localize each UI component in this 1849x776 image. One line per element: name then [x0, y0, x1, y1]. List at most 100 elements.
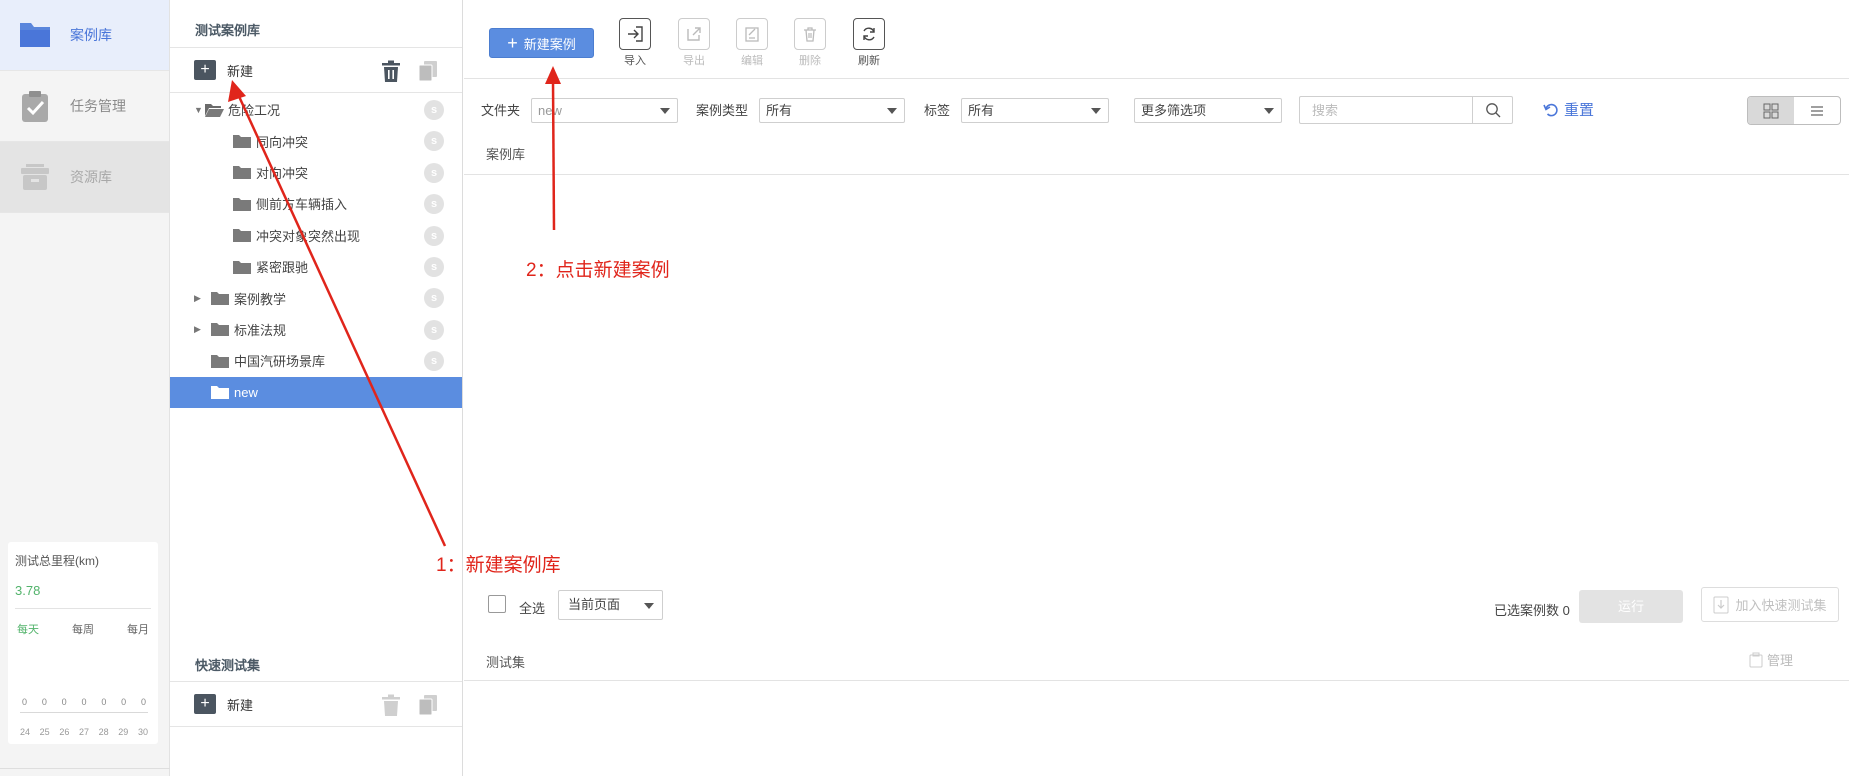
page-scope-select[interactable]: 当前页面: [558, 590, 663, 620]
page-scope-value: 当前页面: [568, 597, 621, 612]
tree-node-hazard[interactable]: ▼ 危险工况 s: [170, 94, 462, 125]
new-library-button[interactable]: + 新建: [194, 60, 253, 80]
clipboard-icon: [1749, 652, 1763, 667]
list-view-button[interactable]: [1794, 97, 1840, 124]
tree-node-same-direction[interactable]: 同向冲突 s: [170, 125, 462, 156]
stats-tab-weekly[interactable]: 每周: [72, 621, 94, 637]
library-tree: ▼ 危险工况 s 同向冲突 s 对向冲突 s 侧前方车辆插入 s 冲突对象突然出…: [170, 94, 462, 408]
grid-view-button[interactable]: [1748, 97, 1794, 124]
quickset-title: 快速测试集: [195, 658, 261, 673]
add-to-quickset-button[interactable]: 加入快速测试集: [1701, 587, 1839, 622]
sync-badge-icon: s: [424, 351, 444, 372]
export-button[interactable]: 导出: [674, 18, 714, 68]
testset-section-label: 测试集: [486, 655, 526, 670]
list-icon: [1811, 105, 1823, 116]
reset-icon: [1543, 103, 1558, 116]
folder-icon: [211, 354, 229, 368]
folder-filter-select[interactable]: new: [531, 98, 678, 123]
select-all-checkbox[interactable]: [488, 595, 506, 613]
tool-label: 刷新: [858, 55, 880, 67]
copy-icon[interactable]: [418, 694, 438, 716]
stats-day-label: 25: [39, 727, 50, 737]
sync-badge-icon: s: [424, 194, 444, 215]
tree-node-label: 危险工况: [228, 103, 281, 119]
download-doc-icon: [1713, 596, 1729, 613]
nav-item-resource-library[interactable]: 资源库: [0, 142, 169, 213]
new-quickset-button[interactable]: + 新建: [194, 694, 253, 714]
type-filter-value: 所有: [766, 103, 793, 118]
refresh-button[interactable]: 刷新: [849, 18, 889, 68]
caret-right-icon[interactable]: ▶: [194, 324, 204, 335]
tree-node-opposite-direction[interactable]: 对向冲突 s: [170, 157, 462, 188]
stats-day-label: 29: [118, 727, 129, 737]
stats-tab-monthly[interactable]: 每月: [127, 621, 149, 637]
folder-icon: [211, 323, 229, 337]
annotation-step1: 1：新建案例库: [436, 555, 561, 576]
main-area: + 新建案例 导入 导出 编辑 删除 刷新 文件夹 new 案例类型 所有 标签…: [464, 0, 1849, 776]
new-case-button[interactable]: + 新建案例: [489, 28, 594, 58]
more-filters-label: 更多筛选项: [1141, 103, 1207, 118]
stats-title: 测试总里程(km): [15, 554, 99, 568]
folder-filter-value: new: [538, 103, 562, 118]
tree-node-new[interactable]: new: [170, 376, 462, 408]
sync-badge-icon: s: [424, 288, 444, 309]
search-input[interactable]: [1300, 97, 1470, 123]
trash-icon[interactable]: [381, 60, 401, 82]
tree-node-cut-in[interactable]: 侧前方车辆插入 s: [170, 188, 462, 219]
tree-node-label: 案例教学: [234, 291, 287, 307]
copy-icon[interactable]: [418, 60, 438, 82]
nav-item-case-library[interactable]: 案例库: [0, 0, 169, 71]
folder-icon: [233, 166, 251, 180]
tree-node-close-following[interactable]: 紧密跟驰 s: [170, 251, 462, 282]
folder-icon: [233, 260, 251, 274]
delete-button[interactable]: 删除: [790, 18, 830, 68]
stats-value-point: 0: [140, 697, 146, 707]
stats-value-point: 0: [121, 697, 127, 707]
stats-value-point: 0: [61, 697, 67, 707]
manage-button[interactable]: 管理: [1748, 650, 1793, 669]
folder-icon: [233, 229, 251, 243]
stats-tab-daily[interactable]: 每天: [17, 621, 39, 637]
tree-node-caeri-library[interactable]: 中国汽研场景库 s: [170, 345, 462, 376]
plus-icon: +: [194, 694, 216, 714]
caret-down-icon: [1264, 108, 1274, 114]
new-case-label: 新建案例: [523, 36, 576, 52]
reset-button[interactable]: 重置: [1542, 99, 1594, 120]
caret-down-icon[interactable]: ▼: [194, 105, 204, 115]
nav-item-task-management[interactable]: 任务管理: [0, 71, 169, 142]
import-button[interactable]: 导入: [615, 18, 655, 68]
more-filters-select[interactable]: 更多筛选项: [1134, 98, 1282, 123]
stats-day-label: 28: [98, 727, 109, 737]
divider: [464, 680, 1849, 681]
tree-node-label: 冲突对象突然出现: [256, 228, 361, 244]
folder-open-icon: [205, 103, 224, 117]
folder-filter-label: 文件夹: [481, 103, 521, 118]
search-box: [1299, 96, 1513, 124]
search-button[interactable]: [1472, 97, 1512, 123]
tree-node-sudden-appear[interactable]: 冲突对象突然出现 s: [170, 220, 462, 251]
type-filter-select[interactable]: 所有: [759, 98, 905, 123]
annotation-step2: 2：点击新建案例: [526, 260, 670, 281]
clipboard-check-icon: [22, 91, 48, 122]
stats-day-label: 27: [78, 727, 89, 737]
tag-filter-select[interactable]: 所有: [961, 98, 1109, 123]
run-label: 运行: [1617, 599, 1644, 614]
tree-node-label: 中国汽研场景库: [234, 354, 326, 370]
sync-badge-icon: s: [424, 162, 444, 183]
sync-badge-icon: s: [424, 131, 444, 152]
tree-node-label: 对向冲突: [256, 165, 309, 181]
folder-icon: [233, 197, 251, 211]
plus-icon: +: [194, 60, 216, 80]
reset-label: 重置: [1564, 102, 1595, 119]
caret-right-icon[interactable]: ▶: [194, 293, 204, 304]
trash-icon[interactable]: [381, 694, 401, 716]
tree-node-case-teaching[interactable]: ▶ 案例教学 s: [170, 282, 462, 313]
stats-value-point: 0: [101, 697, 107, 707]
edit-button[interactable]: 编辑: [732, 18, 772, 68]
tool-label: 导出: [683, 55, 705, 67]
divider: [15, 608, 151, 609]
tree-node-label: 侧前方车辆插入: [256, 197, 348, 213]
tree-node-standards[interactable]: ▶ 标准法规 s: [170, 314, 462, 345]
manage-label: 管理: [1767, 653, 1794, 668]
run-button[interactable]: 运行: [1579, 590, 1683, 623]
